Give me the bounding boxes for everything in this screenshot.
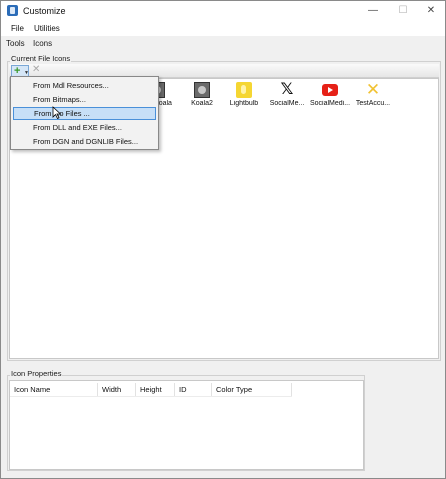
yellow-x-icon: ✕ (365, 80, 381, 99)
column-header-height[interactable]: Height (136, 383, 175, 396)
icon-properties-label: Icon Properties (10, 369, 63, 378)
delete-x-icon: ✕ (32, 64, 41, 75)
header-divider (10, 396, 292, 397)
icon-tile-lightbulb[interactable]: Lightbulb (220, 82, 268, 112)
title-bar: Customize — ☐ ✕ (1, 1, 445, 21)
close-button[interactable]: ✕ (417, 1, 445, 21)
tab-tools[interactable]: Tools (6, 39, 25, 48)
column-header-id[interactable]: ID (175, 383, 212, 396)
delete-icon-button[interactable]: ✕ (32, 64, 40, 75)
icon-tile-label: TestAccu... (355, 100, 391, 107)
lightbulb-icon (236, 82, 252, 98)
tab-icons[interactable]: Icons (33, 39, 52, 48)
minimize-button[interactable]: — (359, 1, 387, 21)
icon-tile-socialmedi[interactable]: SocialMedi... (306, 82, 354, 112)
column-header-color-type[interactable]: Color Type (212, 383, 292, 396)
menu-bar: File Utilities (1, 21, 445, 36)
window-title: Customize (23, 6, 66, 16)
icon-tile-label: Lightbulb (229, 100, 259, 107)
x-logo-icon: 𝕏 (280, 81, 294, 98)
menu-item-from-dgn-dgnlib-files[interactable]: From DGN and DGNLIB Files... (13, 135, 156, 148)
icon-tile-testaccu[interactable]: ✕ TestAccu... (349, 80, 397, 112)
mouse-cursor-icon (52, 106, 62, 119)
icon-tile-label: SocialMe... (269, 100, 305, 107)
column-header-icon-name[interactable]: Icon Name (10, 383, 98, 396)
maximize-button[interactable]: ☐ (389, 1, 417, 21)
menu-item-from-ico-files[interactable]: From Ico Files ... (13, 107, 156, 120)
app-icon (7, 5, 18, 16)
tab-strip: Tools Icons (1, 37, 445, 51)
customize-window: Customize — ☐ ✕ File Utilities Tools Ico… (0, 0, 446, 479)
menu-item-from-mdl-resources[interactable]: From Mdl Resources... (13, 79, 156, 92)
column-header-width[interactable]: Width (98, 383, 136, 396)
icon-tile-koala2[interactable]: Koala2 (178, 82, 226, 112)
icon-tile-label: Koala2 (191, 100, 213, 107)
icon-tile-label: SocialMedi... (309, 100, 351, 107)
current-file-icons-label: Current File Icons (10, 54, 72, 63)
add-icon-dropdown-menu: From Mdl Resources... From Bitmaps... Fr… (10, 76, 159, 150)
menu-file[interactable]: File (11, 24, 24, 33)
icon-tile-socialme[interactable]: 𝕏 SocialMe... (263, 82, 311, 112)
menu-utilities[interactable]: Utilities (34, 24, 60, 33)
photo-icon (194, 82, 210, 98)
menu-item-from-bitmaps[interactable]: From Bitmaps... (13, 93, 156, 106)
youtube-icon (322, 84, 338, 96)
menu-item-from-dll-exe-files[interactable]: From DLL and EXE Files... (13, 121, 156, 134)
